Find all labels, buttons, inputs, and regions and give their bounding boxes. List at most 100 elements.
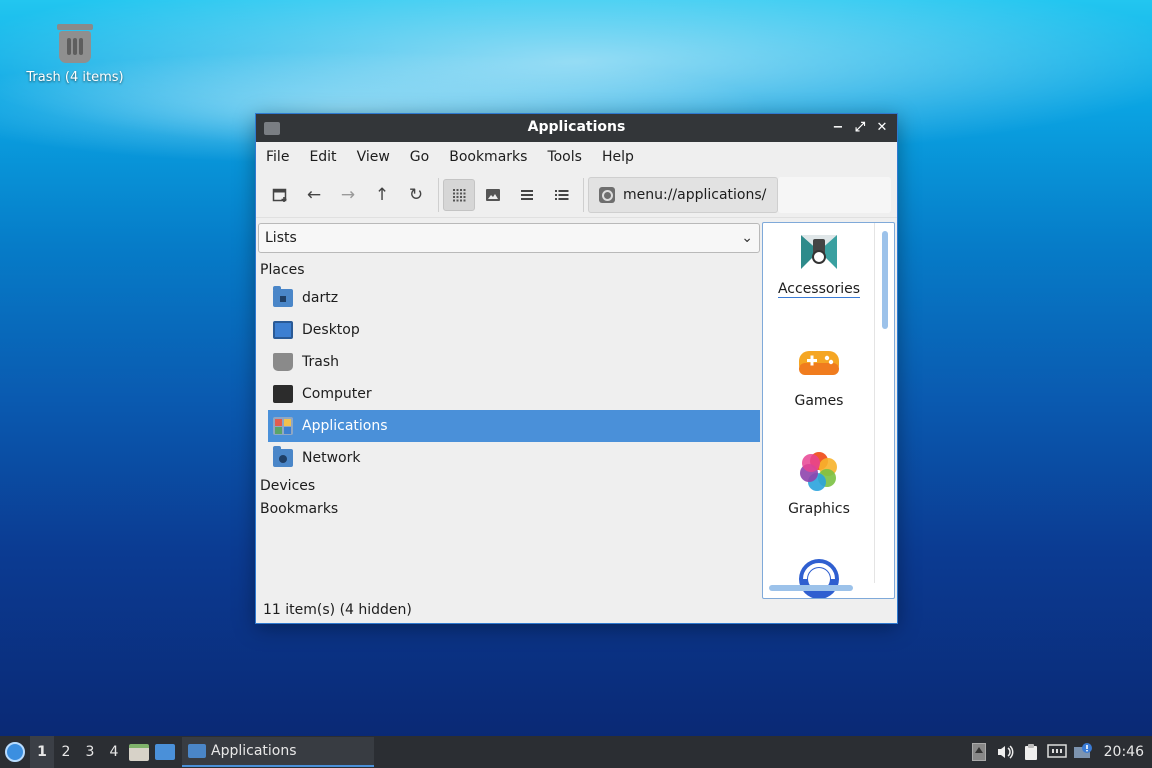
status-bar-text: 11 item(s) (4 hidden) xyxy=(263,602,412,618)
thumbnail-view-button[interactable] xyxy=(477,179,509,211)
task-label: Applications xyxy=(211,743,297,759)
home-folder-icon xyxy=(273,286,293,307)
minimize-button[interactable]: − xyxy=(829,119,847,137)
window-folder-icon[interactable] xyxy=(264,121,280,135)
internet-icon xyxy=(797,557,841,598)
bookmarks-heading[interactable]: Bookmarks xyxy=(256,497,762,521)
icon-view-button[interactable] xyxy=(443,178,475,211)
clipboard-icon xyxy=(1024,744,1037,760)
detailed-view-button[interactable] xyxy=(545,179,577,211)
new-tab-icon xyxy=(272,188,287,202)
arrow-left-icon: ← xyxy=(306,184,322,205)
system-tray: 20:46 xyxy=(966,736,1152,768)
grid-icon xyxy=(453,188,466,201)
applications-icon xyxy=(273,417,293,435)
reload-button[interactable]: ↻ xyxy=(400,179,432,211)
menu-tools[interactable]: Tools xyxy=(539,149,590,165)
path-bar-empty-area[interactable] xyxy=(778,176,891,213)
file-manager-window: Applications − ⤢ ✕ File Edit View Go Boo… xyxy=(255,113,898,624)
update-notifier-button[interactable] xyxy=(1070,736,1096,768)
forward-button[interactable]: → xyxy=(332,179,364,211)
devices-heading[interactable]: Devices xyxy=(256,474,762,498)
folder-icon xyxy=(188,744,206,758)
arrow-right-icon: → xyxy=(340,184,356,205)
search-location-icon xyxy=(599,186,615,203)
menubar: File Edit View Go Bookmarks Tools Help xyxy=(256,142,897,172)
workspace-1[interactable]: 1 xyxy=(30,736,54,768)
trash-icon xyxy=(273,353,293,371)
side-pane-mode-select[interactable]: Lists ⌄ xyxy=(258,223,760,253)
close-button[interactable]: ✕ xyxy=(873,119,891,137)
place-label: dartz xyxy=(302,290,339,306)
list-icon xyxy=(521,189,533,200)
up-button[interactable]: ↑ xyxy=(366,179,398,211)
place-label: Network xyxy=(302,450,361,466)
image-icon xyxy=(486,188,500,201)
folder-item-internet[interactable] xyxy=(763,557,875,598)
vertical-scrollbar-thumb[interactable] xyxy=(882,231,888,329)
folder-item-label: Games xyxy=(794,393,844,409)
menu-file[interactable]: File xyxy=(258,149,297,165)
toolbar: ← → ↑ ↻ menu://applications/ xyxy=(256,172,897,218)
menu-view[interactable]: View xyxy=(349,149,398,165)
place-item-applications[interactable]: Applications xyxy=(268,410,760,442)
workspace-2[interactable]: 2 xyxy=(54,736,78,768)
maximize-button[interactable]: ⤢ xyxy=(851,119,869,137)
workspace-3[interactable]: 3 xyxy=(78,736,102,768)
start-menu-button[interactable] xyxy=(0,736,30,768)
place-item-trash[interactable]: Trash xyxy=(256,346,760,378)
path-text: menu://applications/ xyxy=(623,186,767,203)
arrow-up-icon xyxy=(971,743,986,761)
chevron-down-icon: ⌄ xyxy=(741,230,753,246)
desktop-icon xyxy=(155,744,175,760)
place-item-network[interactable]: Network xyxy=(256,442,760,474)
clock[interactable]: 20:46 xyxy=(1096,744,1152,760)
file-manager-launcher[interactable] xyxy=(126,736,152,768)
file-manager-icon xyxy=(129,743,149,761)
menu-go[interactable]: Go xyxy=(402,149,437,165)
back-button[interactable]: ← xyxy=(298,179,330,211)
folder-item-accessories[interactable]: Accessories xyxy=(763,229,875,298)
task-button-applications[interactable]: Applications xyxy=(182,737,374,767)
titlebar[interactable]: Applications − ⤢ ✕ xyxy=(256,114,897,142)
computer-icon xyxy=(273,385,293,403)
place-label: Applications xyxy=(302,418,388,434)
place-item-computer[interactable]: Computer xyxy=(256,378,760,410)
place-item-dartz[interactable]: dartz xyxy=(256,282,760,314)
side-pane-mode-value: Lists xyxy=(265,230,297,246)
notification-icon xyxy=(1073,743,1092,758)
accessories-icon xyxy=(797,229,841,273)
network-icon xyxy=(1046,744,1067,758)
path-bar-button[interactable]: menu://applications/ xyxy=(588,176,778,213)
menu-bookmarks[interactable]: Bookmarks xyxy=(441,149,535,165)
folder-item-label: Accessories xyxy=(777,281,861,298)
reload-icon: ↻ xyxy=(408,184,424,205)
places-heading[interactable]: Places xyxy=(256,258,762,282)
clipboard-button[interactable] xyxy=(1018,736,1044,768)
desktop-trash-label: Trash (4 items) xyxy=(26,70,124,85)
network-folder-icon xyxy=(273,446,293,467)
graphics-icon xyxy=(797,449,841,493)
volume-button[interactable] xyxy=(992,736,1018,768)
taskbar: 1 2 3 4 Applications 20:46 xyxy=(0,736,1152,768)
folder-icon-view[interactable]: Accessories Games Graphics xyxy=(762,222,895,599)
tray-expand-button[interactable] xyxy=(966,736,992,768)
new-tab-button[interactable] xyxy=(264,179,296,211)
folder-item-graphics[interactable]: Graphics xyxy=(763,449,875,517)
horizontal-scrollbar-thumb[interactable] xyxy=(769,585,853,591)
desktop-icon xyxy=(273,321,293,339)
compact-view-button[interactable] xyxy=(511,179,543,211)
place-item-desktop[interactable]: Desktop xyxy=(256,314,760,346)
menu-help[interactable]: Help xyxy=(594,149,642,165)
lubuntu-logo-icon xyxy=(5,742,25,762)
toolbar-separator xyxy=(438,177,439,212)
folder-item-games[interactable]: Games xyxy=(763,341,875,409)
workspace-4[interactable]: 4 xyxy=(102,736,126,768)
network-button[interactable] xyxy=(1044,736,1070,768)
show-desktop-button[interactable] xyxy=(152,736,178,768)
desktop-trash-icon[interactable]: Trash (4 items) xyxy=(20,22,130,85)
volume-icon xyxy=(997,745,1014,759)
detailed-list-icon xyxy=(554,189,568,200)
menu-edit[interactable]: Edit xyxy=(301,149,344,165)
place-label: Trash xyxy=(302,354,339,370)
